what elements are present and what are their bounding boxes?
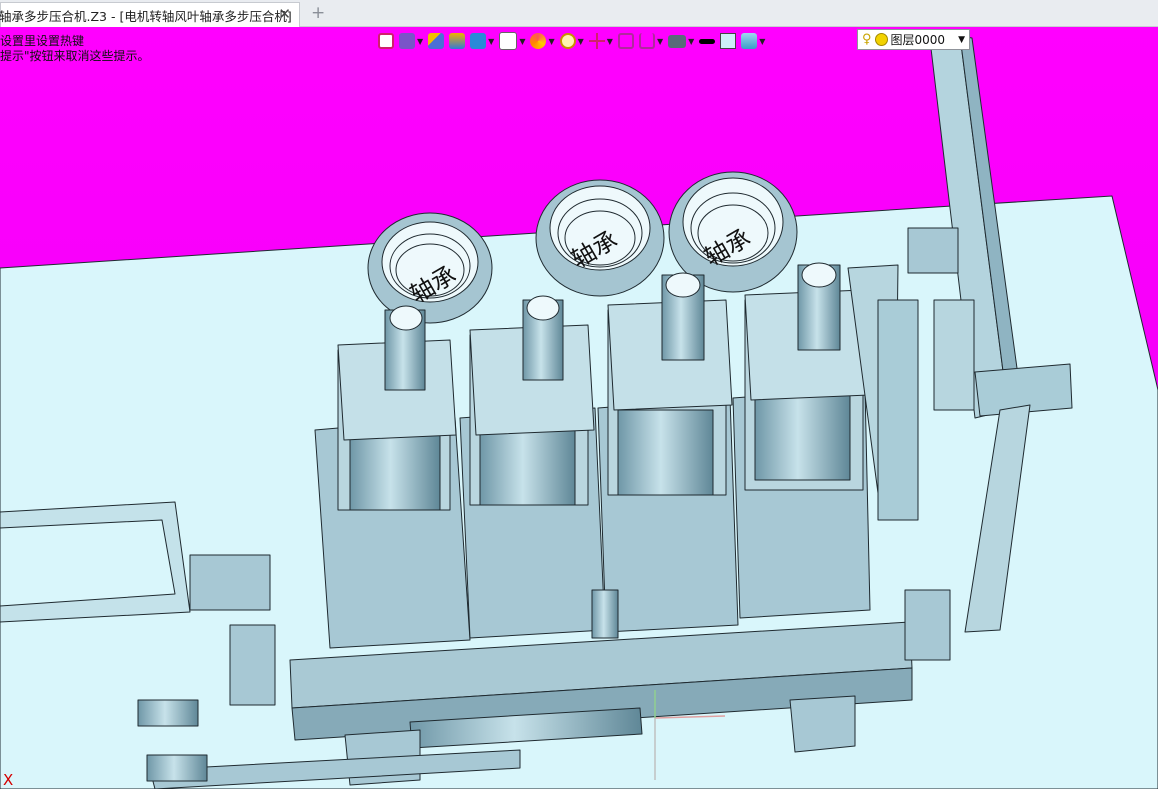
section-icon bbox=[638, 33, 655, 49]
press-station-2 bbox=[459, 295, 606, 639]
zoom-icon bbox=[559, 33, 576, 49]
press-station-3 bbox=[597, 272, 739, 633]
exit-view-button[interactable] bbox=[378, 31, 394, 51]
layer-stack-icon bbox=[741, 33, 758, 49]
new-tab-button[interactable]: + bbox=[311, 3, 325, 23]
zoom-button[interactable]: ▼ bbox=[559, 31, 584, 51]
pick-filter-icon bbox=[399, 33, 415, 49]
line-color-button[interactable] bbox=[699, 31, 716, 51]
display-monitor-button[interactable]: ▼ bbox=[668, 31, 694, 51]
chevron-down-icon: ▼ bbox=[958, 34, 965, 45]
document-tab-title: 轴承多步压合机.Z3 - [电机转轴风叶轴承多步压合机] bbox=[0, 8, 292, 24]
color-wheel-icon bbox=[530, 33, 547, 49]
view-toolbar: ▼ ▼ ▼ ▼ ▼ ▼ ▼ ▼ ▼ bbox=[378, 30, 770, 52]
press-station-4 bbox=[732, 262, 871, 619]
3d-viewport[interactable]: 轴承 轴承 轴承 设置里设置热键 提示"按钮来取消这些提示。 ▼ ▼ ▼ ▼ ▼… bbox=[0, 27, 1158, 789]
document-tab[interactable]: 轴承多步压合机.Z3 - [电机转轴风叶轴承多步压合机] ✕ bbox=[0, 2, 300, 27]
feeder-bowl-1: 轴承 bbox=[367, 212, 493, 324]
tab-bar: 轴承多步压合机.Z3 - [电机转轴风叶轴承多步压合机] ✕ + bbox=[0, 0, 1158, 27]
close-tab-icon[interactable]: ✕ bbox=[278, 5, 291, 23]
fill-color-button[interactable] bbox=[720, 31, 737, 51]
highlight-icon bbox=[428, 33, 445, 49]
hint-line-2: 提示"按钮来取消这些提示。 bbox=[0, 49, 150, 63]
frame-icon bbox=[617, 33, 634, 49]
line-color-icon bbox=[699, 38, 716, 44]
layer-status-icon bbox=[874, 33, 888, 46]
fill-color-icon bbox=[720, 33, 737, 49]
axis-label-x: X bbox=[3, 771, 14, 789]
assembly-model: 轴承 轴承 轴承 bbox=[0, 35, 1158, 789]
shaded-cube-button[interactable]: ▼ bbox=[470, 31, 494, 51]
view-cube-icon bbox=[499, 32, 518, 50]
layer-value: 图层0000 bbox=[890, 33, 946, 47]
block-display-button[interactable] bbox=[449, 31, 466, 51]
section-button[interactable]: ▼ bbox=[638, 31, 663, 51]
origin-icon bbox=[588, 33, 605, 49]
exit-view-icon bbox=[378, 33, 394, 49]
view-cube-button[interactable]: ▼ bbox=[499, 31, 525, 51]
layer-dropdown[interactable]: ♀ 图层0000 ▼ bbox=[857, 29, 970, 50]
layer-stack-button[interactable]: ▼ bbox=[741, 31, 765, 51]
pick-filter-button[interactable]: ▼ bbox=[399, 31, 423, 51]
origin-button[interactable]: ▼ bbox=[588, 31, 613, 51]
shaded-cube-icon bbox=[470, 33, 487, 49]
color-wheel-button[interactable]: ▼ bbox=[530, 31, 555, 51]
frame-button[interactable] bbox=[617, 31, 634, 51]
block-display-icon bbox=[449, 33, 466, 49]
feeder-bowl-2: 轴承 bbox=[535, 179, 665, 297]
display-monitor-icon bbox=[668, 34, 687, 48]
light-bulb-icon: ♀ bbox=[862, 32, 872, 47]
highlight-button[interactable] bbox=[428, 31, 445, 51]
press-station-1 bbox=[314, 305, 471, 649]
